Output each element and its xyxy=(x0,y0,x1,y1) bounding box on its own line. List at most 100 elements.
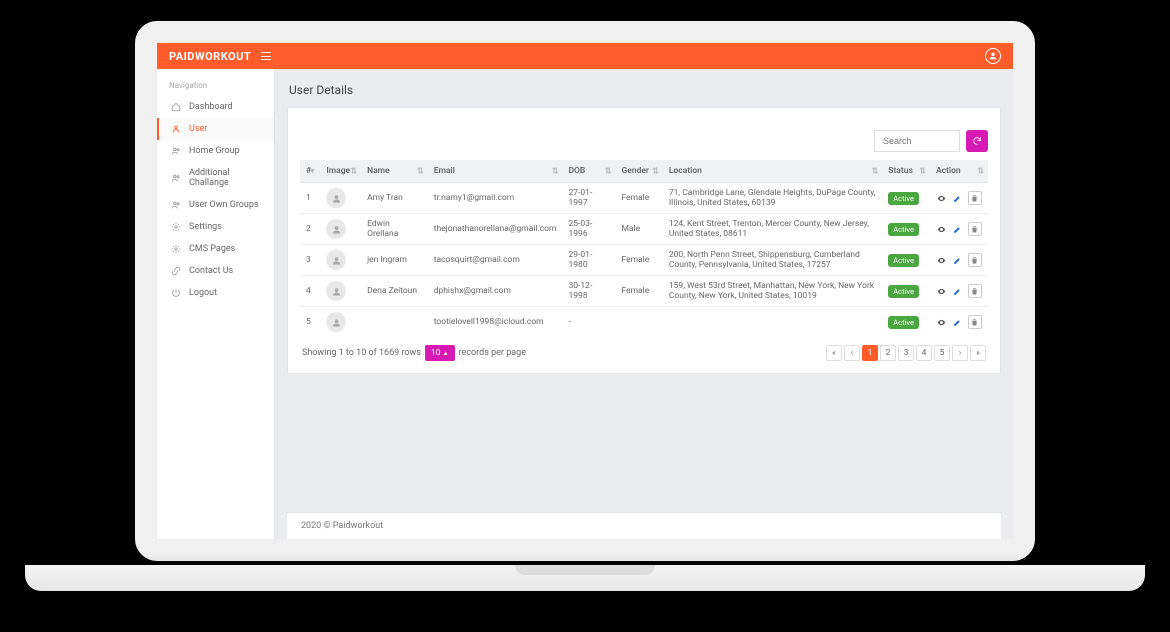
user-avatar-icon xyxy=(326,312,346,332)
delete-button[interactable] xyxy=(968,191,982,205)
edit-button[interactable] xyxy=(952,223,964,235)
row-dob: 27-01-1997 xyxy=(562,183,615,214)
page-button[interactable]: « xyxy=(826,345,842,361)
column-header[interactable]: Image⇅ xyxy=(320,160,361,183)
row-name xyxy=(361,307,428,338)
delete-button[interactable] xyxy=(968,315,982,329)
view-button[interactable] xyxy=(936,254,948,266)
menu-toggle-icon[interactable] xyxy=(261,52,271,60)
view-button[interactable] xyxy=(936,316,948,328)
column-header[interactable]: Gender⇅ xyxy=(615,160,662,183)
column-header[interactable]: Email⇅ xyxy=(428,160,563,183)
row-gender: Female xyxy=(615,183,662,214)
sidebar-item-label: Additional Challange xyxy=(189,168,262,188)
delete-button[interactable] xyxy=(968,284,982,298)
laptop-screen: PAIDWORKOUT Navigation DashboardUserHome… xyxy=(135,21,1035,561)
sidebar-item-settings[interactable]: Settings xyxy=(157,216,274,238)
column-header[interactable]: Location⇅ xyxy=(663,160,882,183)
row-gender: Female xyxy=(615,245,662,276)
row-dob: 25-03-1996 xyxy=(562,214,615,245)
row-email: dphishx@gmail.com xyxy=(428,276,563,307)
sidebar-item-label: CMS Pages xyxy=(189,244,235,254)
refresh-button[interactable] xyxy=(966,130,988,152)
edit-button[interactable] xyxy=(952,316,964,328)
body-row: Navigation DashboardUserHome GroupAdditi… xyxy=(157,69,1013,539)
entries-prefix: Showing 1 to 10 of 1669 rows xyxy=(302,348,421,358)
user-table-card: #▼Image⇅Name⇅Email⇅DOB⇅Gender⇅Location⇅S… xyxy=(287,107,1001,374)
page-button[interactable]: 2 xyxy=(880,345,896,361)
row-dob: 29-01-1980 xyxy=(562,245,615,276)
main: User Details #▼Image⇅Name⇅Email⇅DOB⇅Gend… xyxy=(275,69,1013,539)
page-button[interactable]: 1 xyxy=(862,345,878,361)
delete-button[interactable] xyxy=(968,222,982,236)
column-header[interactable]: Action⇅ xyxy=(930,160,988,183)
row-email: tootielovell1998@icloud.com xyxy=(428,307,563,338)
edit-button[interactable] xyxy=(952,254,964,266)
sidebar-item-contact-us[interactable]: Contact Us xyxy=(157,260,274,282)
status-badge: Active xyxy=(888,254,919,267)
view-button[interactable] xyxy=(936,223,948,235)
edit-button[interactable] xyxy=(952,192,964,204)
edit-button[interactable] xyxy=(952,285,964,297)
user-avatar-icon xyxy=(326,281,346,301)
laptop-frame: PAIDWORKOUT Navigation DashboardUserHome… xyxy=(65,21,1105,601)
page-button[interactable]: ‹ xyxy=(844,345,860,361)
row-number: 5 xyxy=(300,307,320,338)
row-location: 159, West 53rd Street, Manhattan, New Yo… xyxy=(663,276,882,307)
column-header[interactable]: Status⇅ xyxy=(882,160,930,183)
row-image xyxy=(320,276,361,307)
view-button[interactable] xyxy=(936,285,948,297)
table-row: 3jen Ingramtacosquirt@gmail.com29-01-198… xyxy=(300,245,988,276)
row-email: thejonathanorellana@gmail.com xyxy=(428,214,563,245)
table-row: 4Dena Zeitoundphishx@gmail.com30-12-1998… xyxy=(300,276,988,307)
delete-button[interactable] xyxy=(968,253,982,267)
row-number: 3 xyxy=(300,245,320,276)
sidebar-item-label: Settings xyxy=(189,222,222,232)
row-location xyxy=(663,307,882,338)
row-location: 200, North Penn Street, Shippensburg, Cu… xyxy=(663,245,882,276)
row-name: Edwin Orellana xyxy=(361,214,428,245)
home-icon xyxy=(171,102,181,112)
row-actions xyxy=(930,183,988,214)
column-header[interactable]: Name⇅ xyxy=(361,160,428,183)
page-button[interactable]: 3 xyxy=(898,345,914,361)
search-input[interactable] xyxy=(874,130,960,152)
sidebar-item-user[interactable]: User xyxy=(157,118,274,140)
brand: PAIDWORKOUT xyxy=(169,50,271,63)
sidebar-item-additional-challange[interactable]: Additional Challange xyxy=(157,162,274,194)
sidebar-item-label: Contact Us xyxy=(189,266,233,276)
sidebar-item-logout[interactable]: Logout xyxy=(157,282,274,304)
page-button[interactable]: 5 xyxy=(934,345,950,361)
user-avatar-icon xyxy=(326,188,346,208)
sidebar-item-dashboard[interactable]: Dashboard xyxy=(157,96,274,118)
sidebar-item-home-group[interactable]: Home Group xyxy=(157,140,274,162)
status-badge: Active xyxy=(888,285,919,298)
laptop-notch xyxy=(515,565,655,575)
sidebar-item-label: User Own Groups xyxy=(189,200,259,210)
table-row: 5tootielovell1998@icloud.com-Active xyxy=(300,307,988,338)
row-image xyxy=(320,245,361,276)
sidebar-item-cms-pages[interactable]: CMS Pages xyxy=(157,238,274,260)
profile-avatar-icon[interactable] xyxy=(985,48,1001,64)
page-button[interactable]: » xyxy=(970,345,986,361)
page-button[interactable]: 4 xyxy=(916,345,932,361)
column-header[interactable]: #▼ xyxy=(300,160,320,183)
column-header[interactable]: DOB⇅ xyxy=(562,160,615,183)
sidebar-item-user-own-groups[interactable]: User Own Groups xyxy=(157,194,274,216)
user-icon xyxy=(171,124,181,134)
laptop-base xyxy=(25,565,1145,591)
users-icon xyxy=(171,200,181,210)
view-button[interactable] xyxy=(936,192,948,204)
search-row xyxy=(300,130,988,152)
perpage-selector[interactable]: 10 ▲ xyxy=(425,345,455,361)
user-avatar-icon xyxy=(326,250,346,270)
row-location: 71, Cambridge Lane, Glendale Heights, Du… xyxy=(663,183,882,214)
status-badge: Active xyxy=(888,192,919,205)
row-image xyxy=(320,183,361,214)
page-button[interactable]: › xyxy=(952,345,968,361)
topbar: PAIDWORKOUT xyxy=(157,43,1013,69)
status-badge: Active xyxy=(888,223,919,236)
row-email: tacosquirt@gmail.com xyxy=(428,245,563,276)
row-status: Active xyxy=(882,307,930,338)
row-status: Active xyxy=(882,214,930,245)
